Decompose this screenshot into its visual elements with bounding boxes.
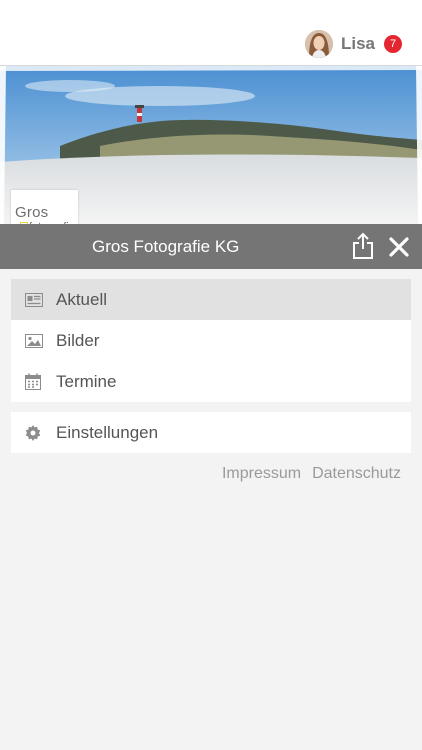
menu-item-label: Termine — [56, 371, 117, 391]
user-profile[interactable]: Lisa 7 — [304, 29, 402, 59]
menu-item-label: Einstellungen — [56, 422, 159, 442]
menu-item-aktuell[interactable]: Aktuell — [11, 279, 411, 320]
company-title-bar: Gros Fotografie KG — [0, 224, 422, 269]
menu-area: Aktuell Bilder Termine Einstellungen Imp… — [0, 269, 422, 750]
secondary-menu: Einstellungen — [11, 412, 411, 453]
impressum-link[interactable]: Impressum — [222, 465, 301, 483]
datenschutz-link[interactable]: Datenschutz — [312, 465, 401, 483]
menu-item-label: Aktuell — [56, 289, 108, 309]
logo-main-text: Gros — [15, 204, 49, 221]
top-bar: Lisa 7 — [0, 0, 422, 66]
menu-item-einstellungen[interactable]: Einstellungen — [11, 412, 411, 453]
company-name: Gros Fotografie KG — [92, 237, 240, 256]
footer-links: Impressum Datenschutz — [222, 465, 401, 483]
menu-item-termine[interactable]: Termine — [11, 361, 411, 402]
newspaper-icon — [11, 292, 56, 307]
image-icon — [11, 333, 56, 348]
calendar-icon — [11, 373, 56, 390]
user-name[interactable]: Lisa — [341, 34, 375, 54]
share-icon — [353, 232, 373, 259]
primary-menu: Aktuell Bilder Termine — [11, 279, 411, 402]
menu-item-bilder[interactable]: Bilder — [11, 320, 411, 361]
share-button[interactable] — [350, 232, 376, 260]
gear-icon — [11, 424, 56, 441]
close-icon — [389, 237, 409, 257]
notification-badge[interactable]: 7 — [384, 35, 402, 53]
avatar[interactable] — [304, 30, 333, 58]
menu-item-label: Bilder — [56, 330, 100, 350]
close-button[interactable] — [385, 233, 413, 261]
